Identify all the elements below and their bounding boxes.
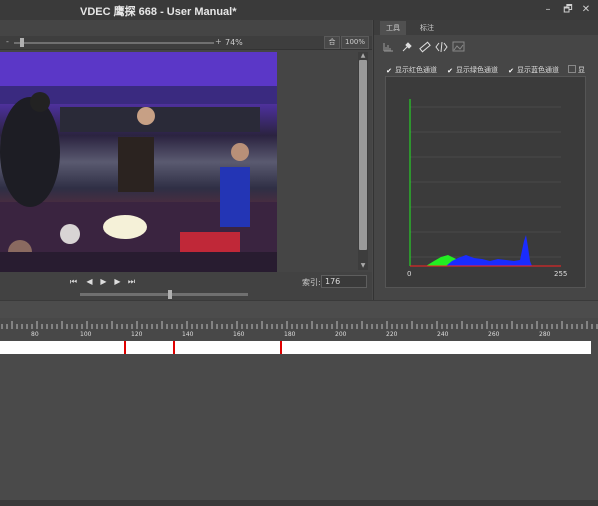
tab-annotation[interactable]: 标注 xyxy=(414,21,440,35)
panel-splitter[interactable] xyxy=(0,300,598,318)
ruler-label-220: 220 xyxy=(386,331,398,338)
fit-button[interactable]: 合 xyxy=(324,36,340,49)
show-blue-channel-checkbox[interactable]: ✔ 显示蓝色通道 xyxy=(507,65,559,75)
eyedropper-icon[interactable] xyxy=(400,40,413,53)
minimize-button[interactable]: – xyxy=(541,3,555,17)
zoom-percent: 74% xyxy=(225,38,243,47)
scrollbar-thumb[interactable] xyxy=(359,60,367,250)
first-frame-button[interactable]: ⏮ xyxy=(68,276,79,287)
video-scene-image xyxy=(0,52,277,272)
close-button[interactable]: ✕ xyxy=(579,3,593,17)
code-icon[interactable] xyxy=(435,40,448,53)
ruler-icon[interactable] xyxy=(418,40,431,53)
zoom-slider-track[interactable] xyxy=(14,42,214,44)
show-green-channel-checkbox[interactable]: ✔ 显示绿色通道 xyxy=(446,65,498,75)
index-label: 索引: xyxy=(302,278,321,287)
checkbox-empty-icon xyxy=(568,65,576,73)
playback-controls: ⏮ ◀ ▶ ▶ ⏭ 索引: 176 xyxy=(0,272,372,300)
timeline-ruler[interactable]: 80 100 120 140 160 180 200 220 240 260 2… xyxy=(0,318,598,340)
histogram-plot xyxy=(409,99,561,267)
checkmark-icon: ✔ xyxy=(447,67,453,75)
histogram-icon[interactable] xyxy=(382,40,395,53)
ruler-label-80: 80 xyxy=(31,331,39,338)
tab-tools[interactable]: 工具 xyxy=(380,21,406,35)
checkmark-icon: ✔ xyxy=(386,67,392,75)
seek-slider-track[interactable] xyxy=(80,293,248,296)
window-title: VDEC 鹰探 668 - User Manual* xyxy=(80,6,237,18)
zoom-out-button[interactable]: - xyxy=(6,37,9,46)
timeline-marker[interactable] xyxy=(124,341,126,354)
show-red-channel-checkbox[interactable]: ✔ 显示红色通道 xyxy=(385,65,437,75)
show-extra-channel-checkbox[interactable]: 显 xyxy=(568,65,585,75)
status-bar xyxy=(0,500,598,506)
bottom-panel xyxy=(0,354,598,500)
ruler-label-260: 260 xyxy=(488,331,500,338)
ruler-label-100: 100 xyxy=(80,331,92,338)
seek-slider-thumb[interactable] xyxy=(168,290,172,299)
ruler-label-200: 200 xyxy=(335,331,347,338)
histogram-x-max: 255 xyxy=(554,270,568,278)
video-frame[interactable] xyxy=(0,52,277,272)
panel-tabs: 工具 标注 xyxy=(374,20,598,35)
ruler-label-160: 160 xyxy=(233,331,245,338)
next-frame-button[interactable]: ▶ xyxy=(112,276,123,287)
last-frame-button[interactable]: ⏭ xyxy=(126,276,137,287)
image-icon[interactable] xyxy=(452,40,465,53)
zoom-slider-thumb[interactable] xyxy=(20,38,24,47)
restore-button[interactable]: 🗗 xyxy=(561,3,575,17)
index-field[interactable]: 176 xyxy=(321,275,367,288)
ruler-label-280: 280 xyxy=(539,331,551,338)
timeline-marker[interactable] xyxy=(173,341,175,354)
timeline-track[interactable] xyxy=(0,341,591,354)
histogram-x-min: 0 xyxy=(407,270,412,278)
checkmark-icon: ✔ xyxy=(508,67,514,75)
previous-frame-button[interactable]: ◀ xyxy=(84,276,95,287)
zoom-in-button[interactable]: + xyxy=(215,37,222,46)
ruler-label-180: 180 xyxy=(284,331,296,338)
title-bar: VDEC 鹰探 668 - User Manual* – 🗗 ✕ xyxy=(0,0,598,20)
histogram-blue-area xyxy=(446,235,532,266)
scroll-down-icon[interactable]: ▼ xyxy=(358,262,368,270)
ruler-label-240: 240 xyxy=(437,331,449,338)
scroll-up-icon[interactable]: ▲ xyxy=(358,52,368,60)
timeline-marker[interactable] xyxy=(280,341,282,354)
play-button[interactable]: ▶ xyxy=(98,276,109,287)
ruler-label-140: 140 xyxy=(182,331,194,338)
viewer-vertical-scrollbar[interactable]: ▲ ▼ xyxy=(358,52,368,270)
zoom-bar: - + 74% 合 100% xyxy=(0,36,372,50)
actual-size-button[interactable]: 100% xyxy=(341,36,369,49)
histogram-chart: 0 255 xyxy=(385,76,586,288)
ruler-label-120: 120 xyxy=(131,331,143,338)
